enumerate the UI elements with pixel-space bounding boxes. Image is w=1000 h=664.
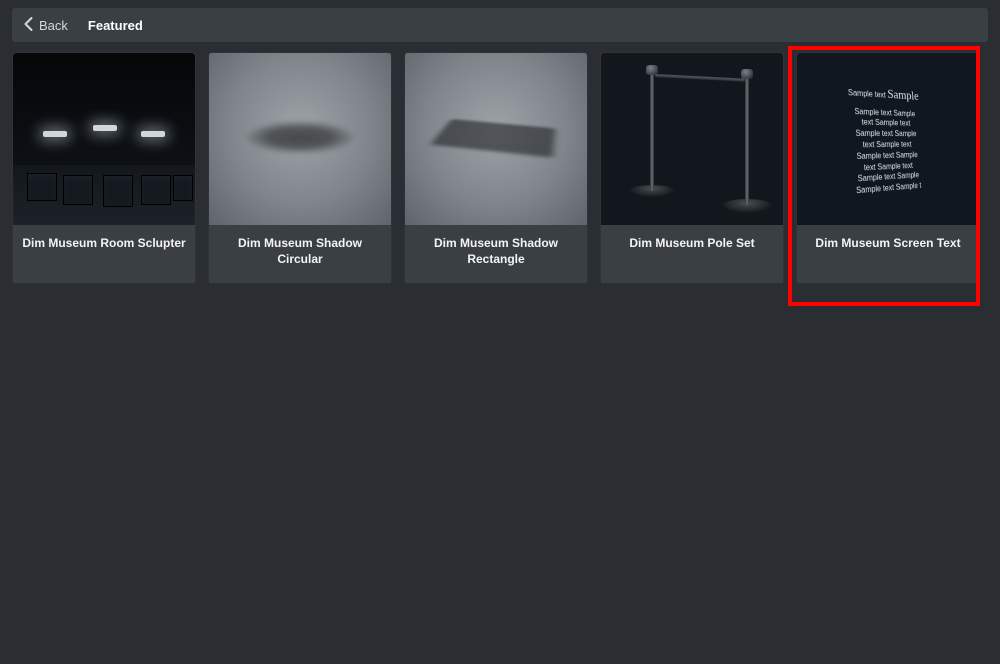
sample-text-slab: Sample text Sample Sample text Sample te… (848, 82, 925, 198)
asset-label: Dim Museum Screen Text (797, 225, 979, 283)
sample-text-big: Sample (887, 86, 919, 102)
asset-card-shadow-circular[interactable]: Dim Museum Shadow Circular (208, 52, 392, 284)
sample-text-small: Sample text (848, 88, 886, 100)
asset-thumbnail: Sample text Sample Sample text Sample te… (797, 53, 979, 225)
asset-thumbnail (601, 53, 783, 225)
back-label: Back (39, 18, 68, 33)
asset-card-shadow-rectangle[interactable]: Dim Museum Shadow Rectangle (404, 52, 588, 284)
chevron-left-icon (24, 17, 33, 34)
asset-label: Dim Museum Shadow Circular (209, 225, 391, 283)
back-button[interactable]: Back (24, 17, 68, 34)
topbar: Back Featured (12, 8, 988, 42)
asset-card-room-sculpter[interactable]: Dim Museum Room Sclupter (12, 52, 196, 284)
asset-card-screen-text[interactable]: Sample text Sample Sample text Sample te… (796, 52, 980, 284)
asset-card-pole-set[interactable]: Dim Museum Pole Set (600, 52, 784, 284)
asset-thumbnail (405, 53, 587, 225)
asset-label: Dim Museum Room Sclupter (13, 225, 195, 283)
page-title: Featured (88, 18, 143, 33)
asset-label: Dim Museum Pole Set (601, 225, 783, 283)
asset-label: Dim Museum Shadow Rectangle (405, 225, 587, 283)
asset-grid: Dim Museum Room Sclupter Dim Museum Shad… (0, 52, 1000, 284)
asset-thumbnail (209, 53, 391, 225)
asset-thumbnail (13, 53, 195, 225)
sample-text-line: Sample text Sample (850, 129, 922, 140)
